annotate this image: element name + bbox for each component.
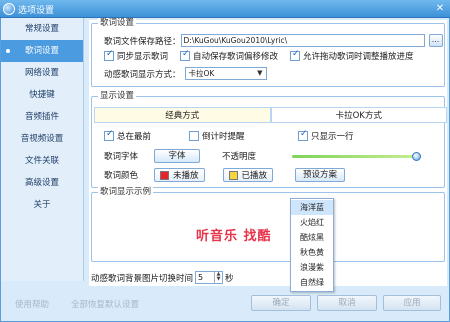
always-on-top-checkbox[interactable] [104, 129, 114, 141]
content-panel: 歌词设置 歌词文件保存路径： ... 同步显示歌词 自动保存歌词偏移修改 允许拖… [89, 18, 447, 286]
sidebar-item-label: 歌词设置 [24, 46, 59, 56]
color-label: 歌词颜色 [104, 171, 139, 181]
display-tabs: 经典方式 卡拉OK方式 [94, 107, 447, 123]
window-title: 选项设置 [18, 6, 55, 16]
group-legend: 歌词显示示例 [98, 187, 154, 198]
sidebar-item-network[interactable]: 网络设置 [1, 62, 83, 84]
tab-karaoke[interactable]: 卡拉OK方式 [270, 107, 447, 123]
group-legend: 显示设置 [98, 91, 137, 102]
tab-classic[interactable]: 经典方式 [94, 107, 271, 123]
sidebar-item-label: 高级设置 [24, 178, 59, 188]
group-legend: 歌词设置 [98, 18, 137, 29]
sidebar-item-general[interactable]: 常规设置 [1, 18, 83, 40]
sidebar-item-advanced[interactable]: 高级设置 [1, 172, 83, 194]
bg-switch-value: 5 [198, 273, 204, 282]
opacity-slider[interactable] [292, 155, 420, 158]
preset-menu-item[interactable]: 秋色黄 [291, 245, 333, 260]
display-settings-group: 显示设置 经典方式 卡拉OK方式 总在最前 倒计时提醒 只显示一行 歌词字体 字… [91, 91, 447, 188]
preset-menu-item[interactable]: 酷炫黑 [291, 230, 333, 245]
sidebar: 常规设置 歌词设置 网络设置 快捷键 音频插件 音视频设置 文件关联 高级设置 … [1, 18, 84, 281]
sidebar-item-label: 关于 [33, 200, 51, 210]
sidebar-item-label: 音视频设置 [20, 134, 64, 144]
bg-switch-unit: 秒 [225, 273, 234, 284]
preview-lyric-text: 听音乐 找酷 [196, 229, 272, 244]
sync-display-checkbox[interactable] [104, 49, 114, 61]
display-mode-select[interactable]: 卡拉OK ▼ [184, 67, 267, 80]
bg-switch-label: 动感歌词背景图片切换时间 [91, 273, 194, 284]
app-icon [3, 3, 15, 15]
display-mode-label: 动感歌词显示方式： [104, 69, 181, 80]
sidebar-item-about[interactable]: 关于 [1, 194, 83, 216]
stepper-arrows-icon[interactable]: ▲ ▼ [214, 272, 222, 283]
opacity-label: 不透明度 [222, 152, 257, 162]
lyrics-settings-group: 歌词设置 歌词文件保存路径： ... 同步显示歌词 自动保存歌词偏移修改 允许拖… [91, 18, 445, 87]
preset-menu-item[interactable]: 浪漫紫 [291, 260, 333, 275]
allow-drag-checkbox[interactable] [290, 49, 301, 61]
preset-scheme-button[interactable]: 预设方案 [295, 168, 346, 182]
help-link[interactable]: 使用帮助 [15, 298, 49, 310]
preset-menu-item[interactable]: 海洋蓝 [291, 200, 333, 215]
single-line-label: 只显示一行 [311, 132, 354, 142]
sidebar-item-hotkeys[interactable]: 快捷键 [1, 84, 83, 106]
sidebar-item-label: 常规设置 [24, 24, 59, 34]
preset-menu-item[interactable]: 自然绿 [291, 275, 333, 290]
title-bar: 选项设置 ✕ [0, 0, 450, 18]
cancel-button[interactable]: 取消 [317, 295, 377, 311]
sidebar-item-label: 文件关联 [24, 156, 59, 166]
options-window: 常规设置 歌词设置 网络设置 快捷键 音频插件 音视频设置 文件关联 高级设置 … [0, 18, 450, 322]
close-icon[interactable]: ✕ [433, 2, 447, 15]
lyric-path-input[interactable] [180, 34, 425, 47]
always-on-top-label: 总在最前 [117, 132, 152, 142]
display-mode-value: 卡拉OK [188, 69, 215, 78]
preview-group: 歌词显示示例 听音乐 找酷 [91, 187, 445, 262]
bullet-icon [6, 49, 10, 53]
single-line-checkbox[interactable] [298, 129, 308, 141]
font-button[interactable]: 字体 [154, 149, 200, 163]
played-color-swatch [228, 170, 238, 180]
bg-switch-stepper[interactable]: 5 ▲ ▼ [195, 271, 224, 284]
sidebar-item-audio-plugins[interactable]: 音频插件 [1, 106, 83, 128]
sync-display-label: 同步显示歌词 [117, 52, 169, 62]
sidebar-item-file-assoc[interactable]: 文件关联 [1, 150, 83, 172]
allow-drag-label: 允许拖动歌词时调整播放进度 [303, 52, 414, 62]
played-label: 已播放 [241, 171, 268, 181]
apply-button[interactable]: 应用 [383, 295, 441, 311]
font-label: 歌词字体 [104, 152, 139, 162]
auto-save-offset-checkbox[interactable] [180, 49, 191, 61]
preset-menu-item[interactable]: 火焰红 [291, 215, 333, 230]
played-color-button[interactable]: 已播放 [222, 168, 274, 182]
sidebar-item-av-settings[interactable]: 音视频设置 [1, 128, 83, 150]
restore-defaults-link[interactable]: 全部恢复默认设置 [71, 298, 139, 310]
ok-button[interactable]: 确定 [251, 295, 311, 311]
opacity-slider-thumb[interactable] [412, 152, 422, 161]
countdown-checkbox[interactable] [189, 131, 199, 141]
unplayed-label: 未播放 [173, 171, 199, 181]
unplayed-color-button[interactable]: 未播放 [154, 168, 205, 182]
preset-menu: 海洋蓝 火焰红 酷炫黑 秋色黄 浪漫紫 自然绿 [290, 198, 334, 292]
countdown-label: 倒计时提醒 [202, 132, 245, 142]
auto-save-offset-label: 自动保存歌词偏移修改 [193, 52, 279, 62]
chevron-down-icon: ▼ [257, 69, 263, 77]
sidebar-item-label: 音频插件 [24, 112, 59, 122]
browse-button[interactable]: ... [428, 34, 443, 47]
sidebar-item-label: 快捷键 [29, 90, 55, 100]
sidebar-item-label: 网络设置 [24, 68, 59, 78]
sidebar-item-lyrics[interactable]: 歌词设置 [1, 40, 83, 62]
path-label: 歌词文件保存路径： [104, 36, 181, 47]
unplayed-color-swatch [160, 170, 169, 180]
